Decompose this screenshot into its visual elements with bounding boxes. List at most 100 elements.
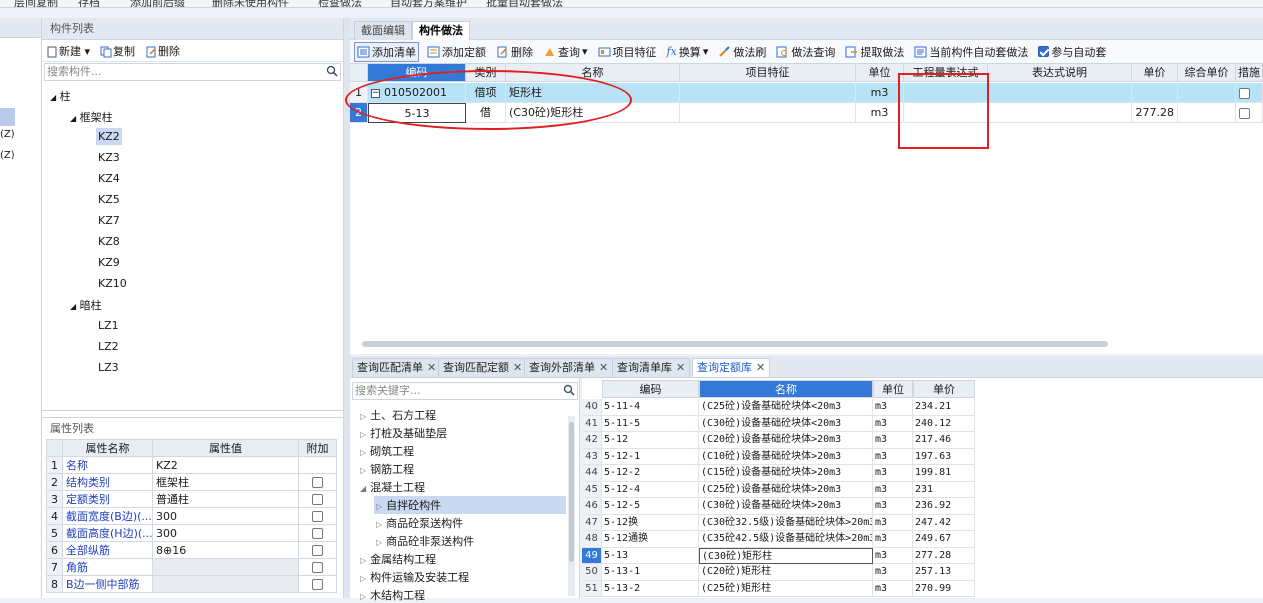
prop-row[interactable]: 4 截面宽度(B边)(... 300 — [46, 507, 337, 525]
quota-cell-price[interactable]: 257.13 — [913, 564, 975, 581]
method-brush-button[interactable]: 做法刷 — [716, 43, 768, 61]
close-icon[interactable]: ✕ — [756, 361, 765, 374]
row-feature[interactable] — [680, 103, 856, 123]
quota-cell-unit[interactable]: m3 — [873, 531, 913, 548]
convert-button[interactable]: fx 换算 ▾ — [665, 43, 711, 61]
close-icon[interactable]: ✕ — [427, 361, 436, 374]
quota-cell-code[interactable]: 5-12-4 — [602, 481, 699, 498]
item-feature-button[interactable]: 项目特征 — [596, 43, 659, 61]
quota-cell-unit[interactable]: m3 — [873, 448, 913, 465]
quota-cell-unit[interactable]: m3 — [873, 514, 913, 531]
tb-check-method[interactable]: 检查做法 — [318, 0, 362, 7]
quota-tree-item[interactable]: ▷ 金属结构工程 — [360, 551, 436, 567]
table-row[interactable]: 45 5-12-4 (C25砼)设备基础砼块体>20m3 m3 231 — [582, 481, 975, 498]
tab-external-list[interactable]: 查询外部清单 ✕ — [524, 358, 614, 378]
quota-cell-code[interactable]: 5-13-1 — [602, 564, 699, 581]
tree-item-lz3[interactable]: LZ3 — [98, 361, 119, 374]
prop-value[interactable]: 8⊕16 — [152, 541, 299, 559]
tb-save[interactable]: 存档 — [78, 0, 100, 7]
prop-row[interactable]: 3 定额类别 普通柱 — [46, 490, 337, 508]
quota-cell-code[interactable]: 5-11-4 — [602, 399, 699, 416]
table-row[interactable]: 46 5-12-5 (C30砼)设备基础砼块体>20m3 m3 236.92 — [582, 498, 975, 515]
extract-method-button[interactable]: 提取做法 — [843, 43, 906, 61]
prop-row[interactable]: 8 B边一侧中部筋 — [46, 575, 337, 593]
prop-value[interactable]: 300 — [152, 524, 299, 542]
quota-cell-price[interactable]: 199.81 — [913, 465, 975, 482]
table-row[interactable]: 41 5-11-5 (C30砼)设备基础砼块体<20m3 m3 240.12 — [582, 415, 975, 432]
add-list-button[interactable]: 添加清单 — [354, 41, 419, 62]
method-query-button[interactable]: 做法查询 — [774, 43, 837, 61]
quota-header-unit[interactable]: 单位 — [873, 380, 913, 398]
quota-tree-item[interactable]: ▷ 构件运输及安装工程 — [360, 569, 469, 585]
table-row[interactable]: 48 5-12通换 (C35砼42.5级)设备基础砼块体>20m3 m3 249.67 — [582, 531, 975, 548]
quota-cell-price[interactable]: 270.99 — [913, 580, 975, 597]
quota-cell-price[interactable]: 197.63 — [913, 448, 975, 465]
quota-tree-scrollbar[interactable] — [568, 416, 575, 596]
quota-cell-price[interactable]: 240.12 — [913, 415, 975, 432]
table-row[interactable]: 50 5-13-1 (C20砼)矩形柱 m3 257.13 — [582, 564, 975, 581]
quota-cell-name[interactable]: (C35砼42.5级)设备基础砼块体>20m3 — [699, 531, 873, 548]
tree-item-kz4[interactable]: KZ4 — [98, 172, 120, 185]
table-row[interactable]: 51 5-13-2 (C25砼)矩形柱 m3 270.99 — [582, 580, 975, 597]
quota-tree-item[interactable]: ▷ 商品砼非泵送构件 — [376, 533, 474, 549]
prop-extra-checkbox[interactable] — [312, 579, 323, 590]
tree-item-lz1[interactable]: LZ1 — [98, 319, 119, 332]
row-total[interactable] — [1178, 83, 1236, 103]
row-desc[interactable] — [988, 83, 1132, 103]
row-feature[interactable] — [680, 83, 856, 103]
quota-cell-unit[interactable]: m3 — [873, 415, 913, 432]
auto-apply-button[interactable]: 当前构件自动套做法 — [912, 43, 1030, 61]
tb-prefix[interactable]: 添加前后缀 — [130, 0, 185, 7]
left-strip-selection[interactable] — [0, 108, 15, 126]
grid-header-desc[interactable]: 表达式说明 — [988, 64, 1132, 82]
new-button[interactable]: 新建 ▾ — [46, 43, 90, 59]
quota-tree-item[interactable]: ▷ 木结构工程 — [360, 587, 425, 603]
prop-value[interactable] — [152, 558, 299, 576]
search-icon[interactable] — [563, 384, 575, 399]
close-icon[interactable]: ✕ — [599, 361, 608, 374]
grid-header-price[interactable]: 单价 — [1132, 64, 1178, 82]
quota-tree-item[interactable]: ▷ 土、石方工程 — [360, 407, 436, 423]
tab-component-method[interactable]: 构件做法 — [412, 21, 470, 40]
tree-item-kz9[interactable]: KZ9 — [98, 256, 120, 269]
quota-cell-unit[interactable]: m3 — [873, 498, 913, 515]
tb-auto-scheme[interactable]: 自动套方案维护 — [390, 0, 467, 7]
quota-cell-price[interactable]: 231 — [913, 481, 975, 498]
quota-cell-name[interactable]: (C25砼)设备基础砼块体<20m3 — [699, 399, 873, 416]
quota-header-name[interactable]: 名称 — [699, 380, 873, 398]
quota-cell-price[interactable]: 249.67 — [913, 531, 975, 548]
tree-item-kz10[interactable]: KZ10 — [98, 277, 127, 290]
prop-value[interactable]: 300 — [152, 507, 299, 525]
table-row[interactable]: 44 5-12-2 (C15砼)设备基础砼块体>20m3 m3 199.81 — [582, 465, 975, 482]
row-price[interactable] — [1132, 83, 1178, 103]
close-icon[interactable]: ✕ — [676, 361, 685, 374]
search-icon[interactable] — [326, 65, 338, 80]
quota-cell-code[interactable]: 5-12 — [602, 432, 699, 449]
quota-cell-name[interactable]: (C25砼)矩形柱 — [699, 580, 873, 597]
measure-checkbox[interactable] — [1239, 87, 1250, 99]
quota-cell-name[interactable]: (C10砼)设备基础砼块体>20m3 — [699, 448, 873, 465]
row-price[interactable]: 277.28 — [1132, 103, 1178, 123]
quota-cell-unit[interactable]: m3 — [873, 564, 913, 581]
tree-node-column[interactable]: ◢ 柱 — [50, 88, 71, 104]
quota-cell-name[interactable]: (C30砼)矩形柱 — [699, 547, 873, 564]
component-search-input[interactable]: 搜索构件... — [44, 63, 341, 81]
prop-value[interactable] — [152, 575, 299, 593]
row-total[interactable] — [1178, 103, 1236, 123]
quota-cell-unit[interactable]: m3 — [873, 481, 913, 498]
quota-cell-code[interactable]: 5-13 — [602, 547, 699, 564]
quota-cell-name[interactable]: (C15砼)设备基础砼块体>20m3 — [699, 465, 873, 482]
quota-cell-price[interactable]: 234.21 — [913, 399, 975, 416]
quota-cell-name[interactable]: (C30砼)设备基础砼块体>20m3 — [699, 498, 873, 515]
quota-cell-name[interactable]: (C20砼)设备基础砼块体>20m3 — [699, 432, 873, 449]
prop-extra-checkbox[interactable] — [312, 494, 323, 505]
quota-cell-unit[interactable]: m3 — [873, 465, 913, 482]
prop-value[interactable]: KZ2 — [152, 456, 299, 474]
table-row[interactable]: 42 5-12 (C20砼)设备基础砼块体>20m3 m3 217.46 — [582, 432, 975, 449]
tree-item-kz8[interactable]: KZ8 — [98, 235, 120, 248]
tree-node-hidden-column[interactable]: ◢ 暗柱 — [70, 297, 102, 313]
quota-cell-code[interactable]: 5-12通换 — [602, 531, 699, 548]
close-icon[interactable]: ✕ — [513, 361, 522, 374]
quota-tree-item[interactable]: ▷ 钢筋工程 — [360, 461, 414, 477]
quota-cell-price[interactable]: 277.28 — [913, 547, 975, 564]
